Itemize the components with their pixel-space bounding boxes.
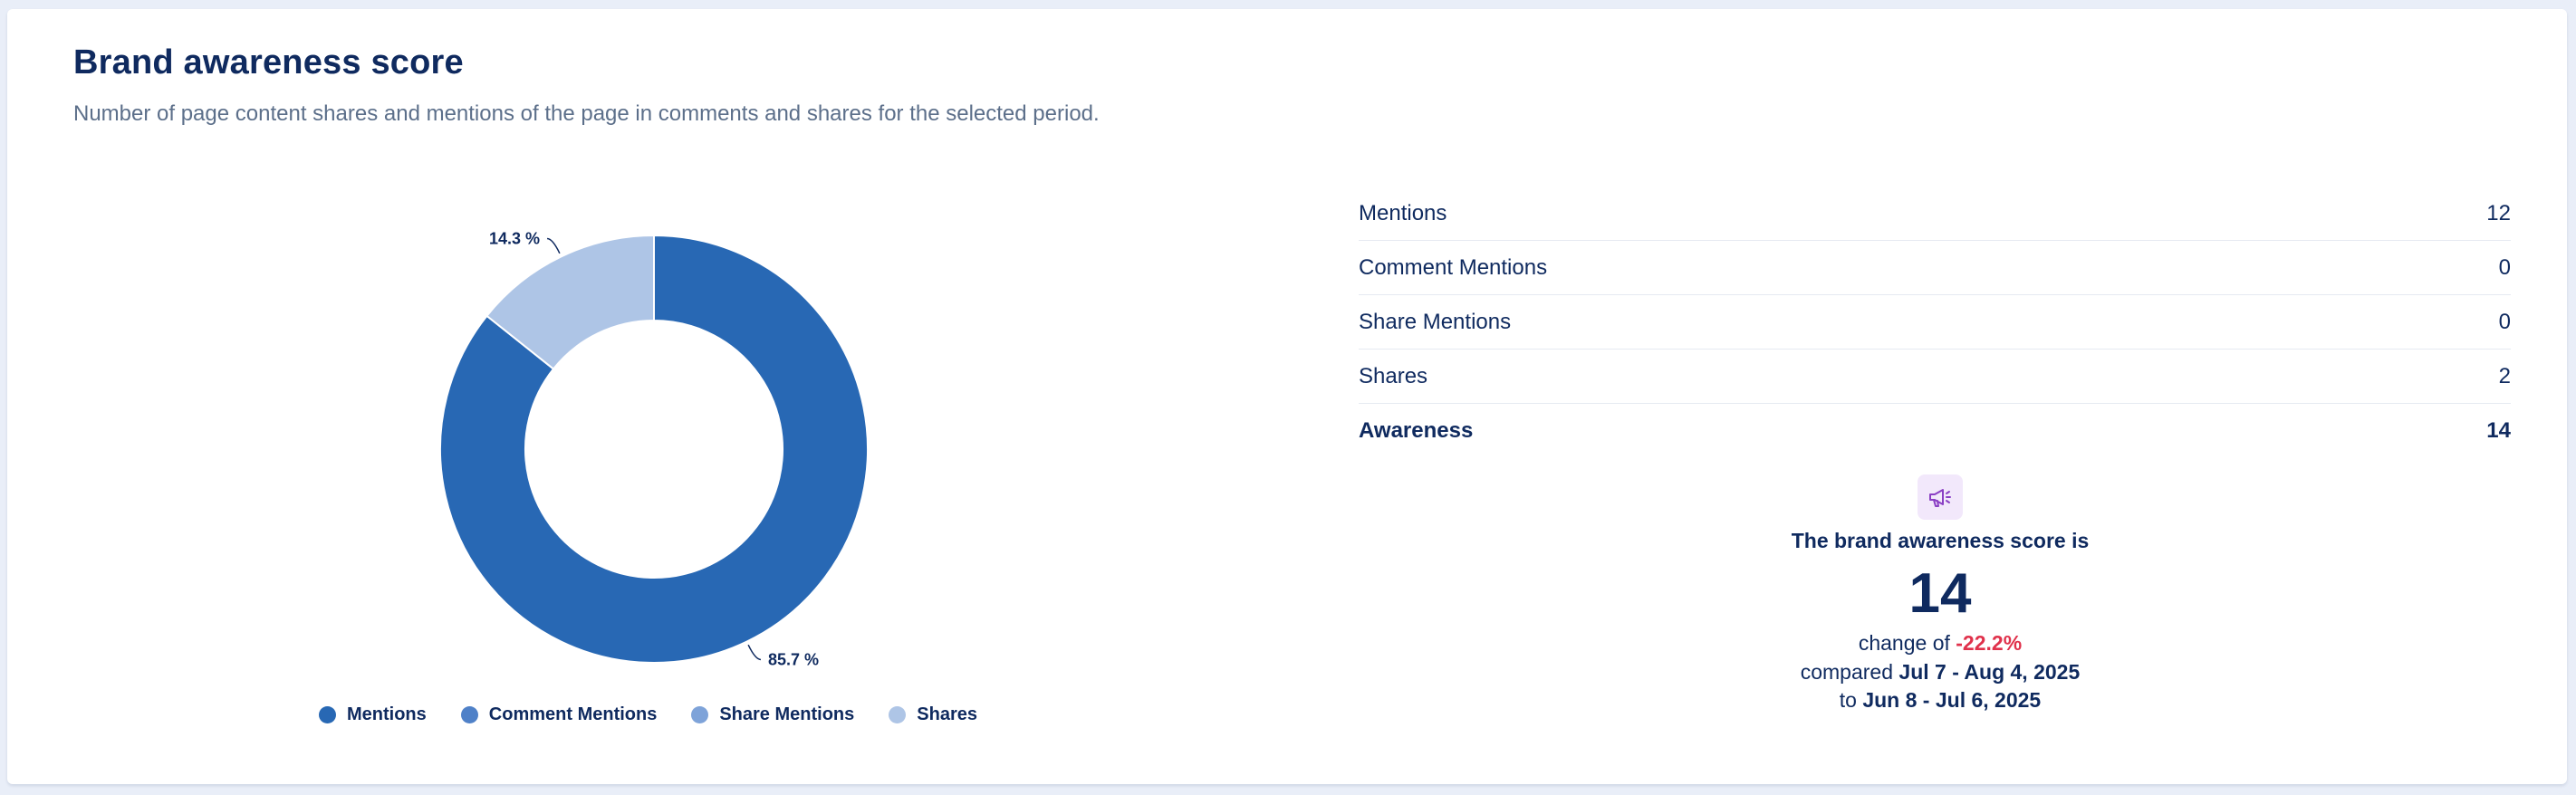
metric-row-comment-mentions: Comment Mentions 0 (1359, 241, 2511, 295)
change-prefix: change of (1858, 631, 1956, 655)
slice-percent-label: 14.3 % (489, 230, 540, 248)
donut-chart: 85.7 % 14.3 % (439, 230, 869, 668)
compared-prefix: compared (1800, 659, 1899, 684)
metric-row-awareness: Awareness 14 (1359, 404, 2511, 457)
metrics-table: Mentions 12 Comment Mentions 0 Share Men… (1359, 187, 2511, 457)
metric-value: 2 (2498, 363, 2511, 388)
metric-row-share-mentions: Share Mentions 0 (1359, 295, 2511, 350)
brand-awareness-card: Brand awareness score Number of page con… (7, 9, 2567, 784)
metric-row-shares: Shares 2 (1359, 350, 2511, 404)
legend-dot-mentions (319, 706, 336, 723)
legend-label: Share Mentions (719, 704, 855, 724)
card-subtitle: Number of page content shares and mentio… (73, 101, 1100, 126)
legend-item-mentions[interactable]: Mentions (319, 704, 427, 725)
legend-label: Mentions (347, 704, 427, 724)
legend-item-shares[interactable]: Shares (889, 704, 977, 725)
metric-label: Shares (1359, 363, 1428, 388)
metric-value: 12 (2486, 200, 2511, 225)
metric-label: Comment Mentions (1359, 254, 1548, 280)
legend-dot-share-mentions (691, 706, 709, 723)
score-to: to Jun 8 - Jul 6, 2025 (1659, 688, 2221, 714)
previous-period: Jun 8 - Jul 6, 2025 (1862, 688, 2042, 713)
metric-row-mentions: Mentions 12 (1359, 187, 2511, 241)
legend-label: Comment Mentions (488, 704, 658, 724)
metric-value: 14 (2486, 417, 2511, 443)
legend-item-comment-mentions[interactable]: Comment Mentions (460, 704, 658, 725)
score-change: change of -22.2% (1659, 631, 2221, 656)
metric-label: Mentions (1359, 200, 1447, 225)
megaphone-icon (1918, 474, 1963, 520)
metric-value: 0 (2498, 254, 2511, 280)
score-value: 14 (1908, 562, 1972, 625)
metric-label: Share Mentions (1359, 309, 1512, 334)
score-compared: compared Jul 7 - Aug 4, 2025 (1659, 660, 2221, 685)
legend-dot-shares (889, 706, 907, 723)
score-label: The brand awareness score is (1791, 529, 2090, 552)
to-prefix: to (1839, 688, 1863, 713)
change-value: -22.2% (1956, 631, 2023, 655)
metric-label: Awareness (1359, 417, 1474, 443)
score-summary: The brand awareness score is 14 change o… (1659, 474, 2221, 714)
current-period: Jul 7 - Aug 4, 2025 (1898, 659, 2081, 684)
metric-value: 0 (2498, 309, 2511, 334)
slice-label-leader (747, 644, 762, 661)
legend-dot-comment-mentions (460, 706, 478, 723)
legend-item-share-mentions[interactable]: Share Mentions (691, 704, 854, 725)
chart-legend: Mentions Comment Mentions Share Mentions… (319, 704, 977, 725)
card-title: Brand awareness score (73, 43, 464, 81)
slice-percent-label: 85.7 % (768, 650, 819, 668)
slice-label-leader (546, 237, 561, 254)
legend-label: Shares (917, 704, 977, 724)
